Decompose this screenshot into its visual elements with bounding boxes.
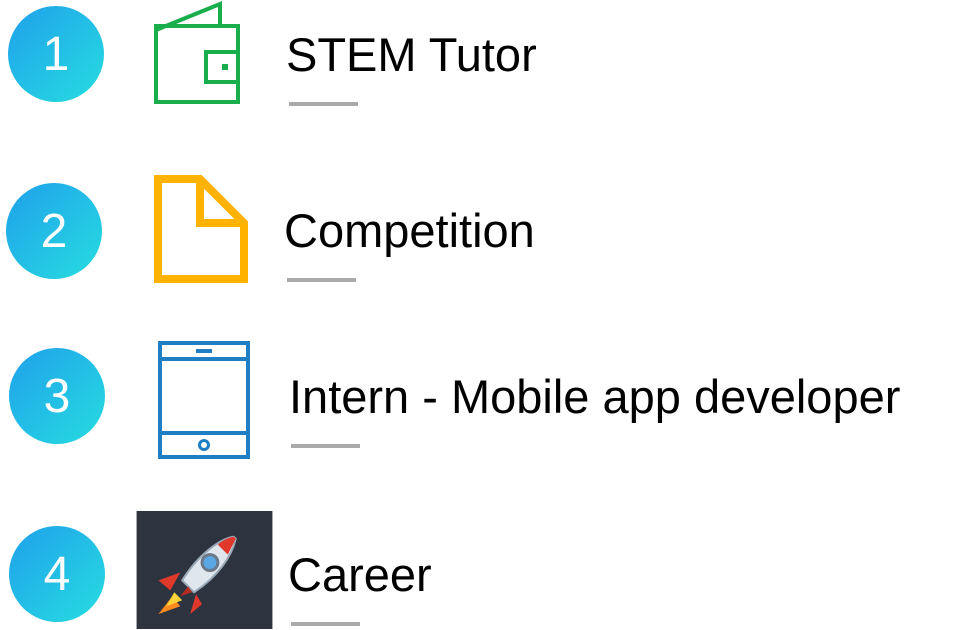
number-text: 2 [40, 204, 68, 258]
list-item: 1 STEM Tutor [0, 0, 953, 150]
number-badge: 4 [9, 526, 105, 622]
tablet-icon [158, 341, 250, 459]
item-label: Intern - Mobile app developer [289, 370, 901, 423]
list-item: 3 Intern - Mobile app developer [0, 335, 953, 485]
number-text: 3 [43, 369, 71, 423]
wallet-icon [154, 1, 240, 104]
number-badge: 2 [6, 183, 102, 279]
label-underline [291, 622, 360, 626]
number-text: 4 [43, 547, 71, 601]
number-badge: 3 [9, 348, 105, 444]
label-underline [289, 102, 358, 106]
label-underline [287, 278, 356, 282]
item-label: STEM Tutor [286, 28, 537, 81]
rocket-icon [136, 511, 273, 629]
list-item: 2 Competition [0, 170, 953, 320]
number-badge: 1 [8, 6, 104, 102]
item-label: Competition [284, 204, 535, 257]
list-item: 4 Career [0, 505, 953, 630]
document-icon [154, 175, 248, 283]
number-text: 1 [42, 27, 70, 81]
label-underline [291, 444, 360, 448]
item-label: Career [288, 548, 432, 601]
